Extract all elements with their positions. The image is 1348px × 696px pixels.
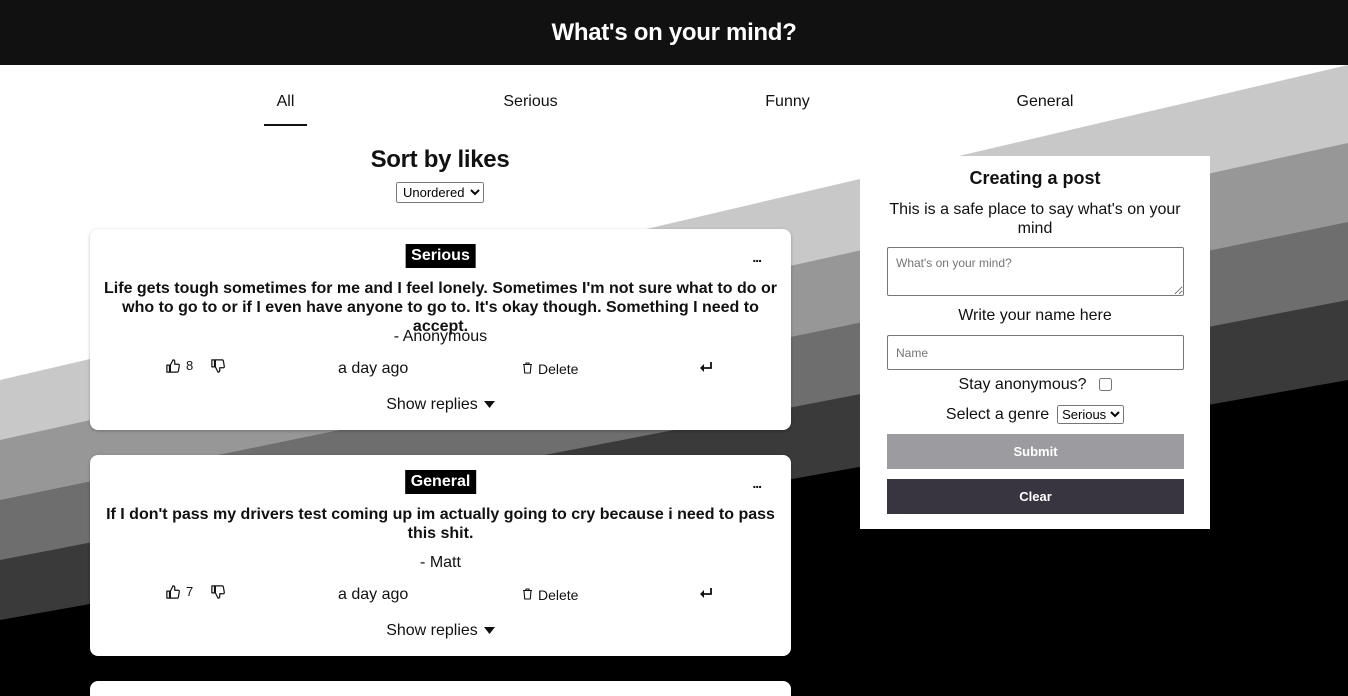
trash-icon — [522, 584, 533, 606]
delete-button[interactable]: Delete — [522, 584, 578, 606]
post-author: - Matt — [420, 554, 461, 571]
post-card — [90, 681, 791, 696]
tab-serious[interactable]: Serious — [498, 86, 563, 126]
reply-icon[interactable] — [699, 587, 713, 606]
sort-title: Sort by likes — [370, 146, 510, 173]
submit-button[interactable]: Submit — [887, 434, 1184, 469]
show-replies-label: Show replies — [386, 396, 478, 413]
app-header: What's on your mind? — [0, 0, 1348, 65]
delete-label: Delete — [538, 361, 579, 377]
tab-all[interactable]: All — [264, 86, 307, 126]
thumbs-up-icon[interactable] — [166, 358, 180, 373]
create-post-panel: Creating a post This is a safe place to … — [860, 156, 1210, 529]
genre-select[interactable]: Serious — [1057, 405, 1125, 424]
app-title: What's on your mind? — [551, 18, 797, 46]
caret-down-icon — [483, 401, 495, 409]
post-text: If I don't pass my drivers test coming u… — [106, 506, 775, 542]
thumbs-up-icon[interactable] — [166, 584, 180, 599]
post-actions: 8 a day ago Delete — [90, 358, 791, 380]
post-actions: 7 a day ago Delete — [90, 584, 791, 606]
genre-badge: General — [404, 470, 477, 494]
genre-tabs: All Serious Funny General — [0, 86, 1348, 126]
post-time: a day ago — [338, 360, 409, 377]
show-replies-button[interactable]: Show replies — [90, 622, 791, 640]
trash-icon — [522, 358, 533, 380]
anonymous-checkbox[interactable] — [1098, 378, 1112, 392]
tab-general[interactable]: General — [1013, 86, 1077, 126]
sort-select[interactable]: Unordered — [396, 182, 484, 203]
show-replies-button[interactable]: Show replies — [90, 396, 791, 414]
show-replies-label: Show replies — [386, 622, 478, 639]
post-textarea[interactable] — [887, 247, 1184, 296]
post-menu-button[interactable]: ... — [752, 249, 762, 265]
post-card: General ... If I don't pass my drivers t… — [90, 455, 791, 656]
anonymous-row: Stay anonymous? — [860, 376, 1210, 394]
genre-badge: Serious — [405, 244, 476, 268]
caret-down-icon — [483, 627, 495, 635]
clear-button[interactable]: Clear — [887, 479, 1184, 514]
create-post-title: Creating a post — [969, 168, 1101, 188]
name-input[interactable] — [887, 335, 1184, 370]
post-author: - Anonymous — [393, 328, 488, 345]
name-label: Write your name here — [958, 307, 1112, 324]
genre-row: Select a genre Serious — [860, 405, 1210, 424]
thumbs-down-icon[interactable] — [211, 358, 226, 373]
post-menu-button[interactable]: ... — [752, 475, 762, 491]
create-post-subtitle: This is a safe place to say what's on yo… — [889, 201, 1181, 237]
post-card: Serious ... Life gets tough sometimes fo… — [90, 229, 791, 430]
post-time: a day ago — [338, 586, 409, 603]
genre-label: Select a genre — [945, 406, 1050, 423]
tab-funny[interactable]: Funny — [761, 86, 814, 126]
like-count: 7 — [186, 584, 194, 599]
sort-section: Sort by likes Unordered — [340, 146, 540, 203]
delete-label: Delete — [538, 587, 579, 603]
delete-button[interactable]: Delete — [522, 358, 578, 380]
like-count: 8 — [186, 358, 194, 373]
thumbs-down-icon[interactable] — [211, 584, 226, 599]
anonymous-label: Stay anonymous? — [958, 376, 1087, 393]
reply-icon[interactable] — [699, 361, 713, 380]
